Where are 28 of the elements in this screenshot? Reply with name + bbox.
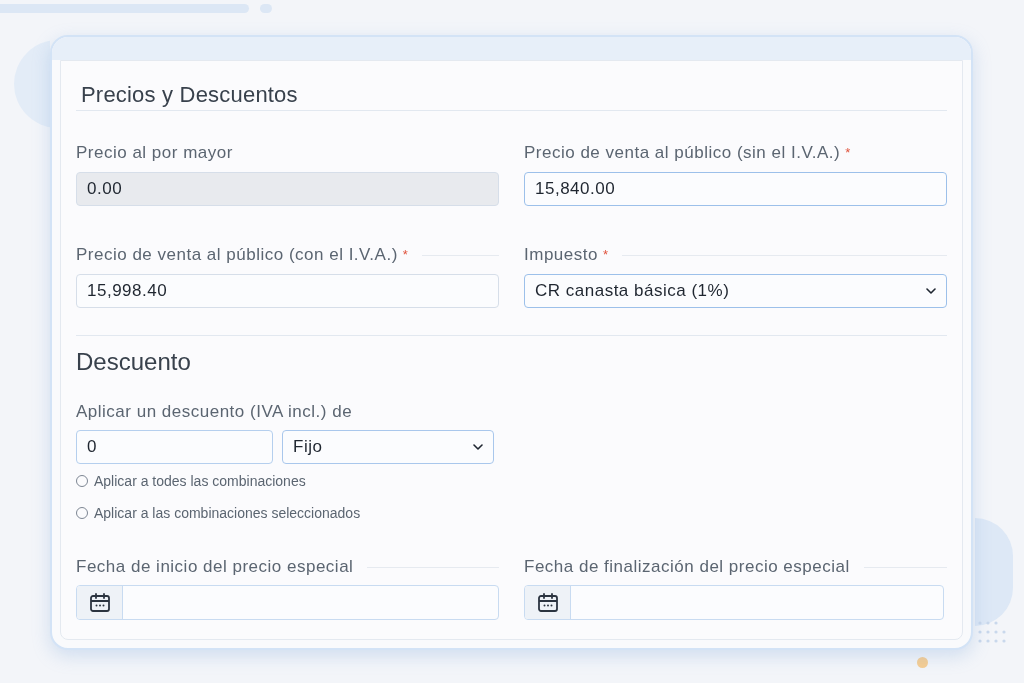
calendar-button[interactable] bbox=[77, 586, 123, 619]
radio-option[interactable]: Aplicar a todes las combinaciones bbox=[76, 471, 306, 491]
field-label: Aplicar un descuento (IVA incl.) de bbox=[76, 401, 353, 424]
dot-pattern bbox=[977, 620, 1007, 645]
date-field[interactable] bbox=[76, 585, 499, 620]
required-mark: * bbox=[845, 146, 851, 159]
field-label: Precio al por mayor bbox=[76, 142, 233, 165]
price-input[interactable]: 15,998.40 bbox=[76, 274, 499, 308]
section-title: Precios y Descuentos bbox=[81, 81, 298, 109]
field-label: Precio de venta al público (sin el I.V.A.) bbox=[524, 142, 841, 165]
radio-option[interactable]: Aplicar a las combinaciones seleccionados bbox=[76, 503, 361, 523]
field-label: Fecha de inicio del precio especial bbox=[76, 556, 354, 579]
chevron-down-icon bbox=[926, 288, 936, 294]
section-title: Descuento bbox=[76, 348, 191, 376]
date-field[interactable] bbox=[524, 585, 944, 620]
calendar-button[interactable] bbox=[525, 586, 571, 619]
field-label: Impuesto bbox=[524, 244, 598, 267]
discount-type-select[interactable]: Fijo bbox=[282, 430, 494, 464]
required-mark: * bbox=[602, 248, 608, 261]
calendar-icon bbox=[537, 593, 558, 612]
calendar-icon bbox=[89, 593, 110, 612]
price-input[interactable]: 15,840.00 bbox=[524, 172, 947, 206]
field-label: Precio de venta al público (con el I.V.A.) bbox=[76, 244, 398, 267]
required-mark: * bbox=[402, 248, 408, 261]
discount-amount-input[interactable]: 0 bbox=[76, 430, 273, 464]
tax-select[interactable]: CR canasta básica (1%) bbox=[524, 274, 947, 308]
field-label: Fecha de finalización del precio especial bbox=[524, 556, 850, 579]
chevron-down-icon bbox=[473, 444, 483, 450]
